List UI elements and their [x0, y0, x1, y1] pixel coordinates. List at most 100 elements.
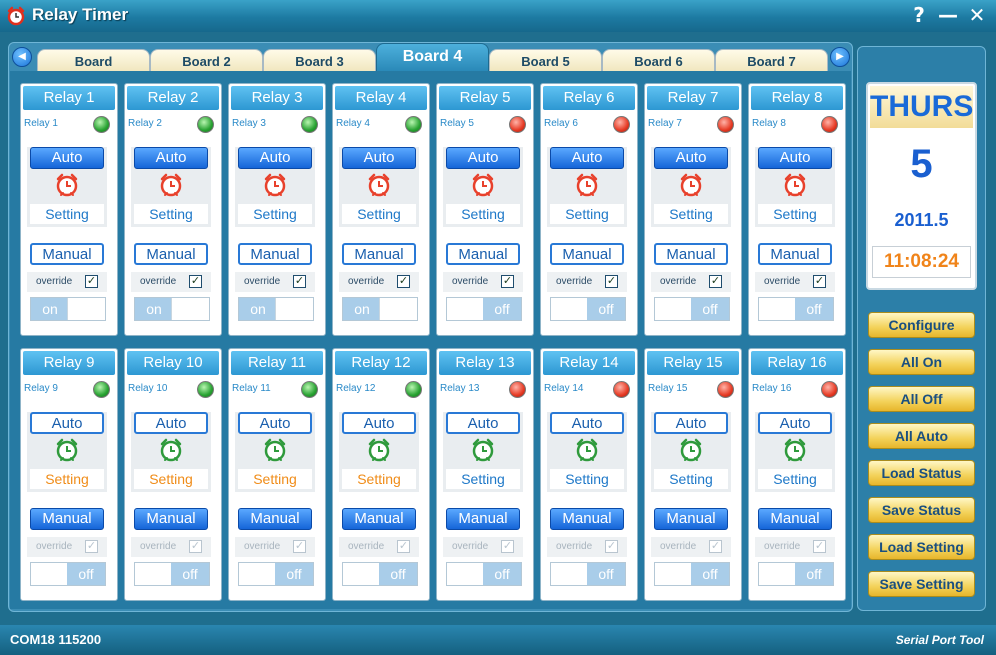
auto-button[interactable]: Auto	[758, 147, 832, 169]
alarm-clock-icon[interactable]	[366, 172, 392, 198]
alarm-clock-icon[interactable]	[470, 437, 496, 463]
tab-board-4[interactable]: Board 4	[376, 43, 489, 71]
override-checkbox[interactable]: ✓	[605, 275, 618, 288]
tab-scroll-right-icon[interactable]: ▶	[830, 47, 850, 67]
setting-button[interactable]: Setting	[446, 204, 520, 224]
auto-button[interactable]: Auto	[550, 147, 624, 169]
manual-button[interactable]: Manual	[550, 243, 624, 265]
on-off-toggle[interactable]: on	[30, 297, 106, 321]
auto-button[interactable]: Auto	[134, 412, 208, 434]
on-off-toggle[interactable]: on	[342, 297, 418, 321]
on-off-toggle[interactable]: off	[654, 562, 730, 586]
auto-button[interactable]: Auto	[30, 147, 104, 169]
on-off-toggle[interactable]: off	[758, 562, 834, 586]
manual-button[interactable]: Manual	[446, 508, 520, 530]
alarm-clock-icon[interactable]	[574, 172, 600, 198]
setting-button[interactable]: Setting	[654, 469, 728, 489]
alarm-clock-icon[interactable]	[158, 172, 184, 198]
tab-board-3[interactable]: Board 3	[263, 49, 376, 71]
manual-button[interactable]: Manual	[758, 243, 832, 265]
override-checkbox[interactable]: ✓	[189, 540, 202, 553]
alarm-clock-icon[interactable]	[782, 172, 808, 198]
on-off-toggle[interactable]: off	[446, 297, 522, 321]
on-off-toggle[interactable]: off	[550, 297, 626, 321]
tab-board-1[interactable]: Board	[37, 49, 150, 71]
on-off-toggle[interactable]: off	[342, 562, 418, 586]
on-off-toggle[interactable]: off	[550, 562, 626, 586]
alarm-clock-icon[interactable]	[262, 172, 288, 198]
override-checkbox[interactable]: ✓	[293, 275, 306, 288]
manual-button[interactable]: Manual	[342, 508, 416, 530]
setting-button[interactable]: Setting	[342, 469, 416, 489]
override-checkbox[interactable]: ✓	[605, 540, 618, 553]
tab-board-6[interactable]: Board 6	[602, 49, 715, 71]
manual-button[interactable]: Manual	[134, 243, 208, 265]
alarm-clock-icon[interactable]	[782, 437, 808, 463]
close-button[interactable]: ✕	[965, 3, 989, 27]
on-off-toggle[interactable]: off	[134, 562, 210, 586]
auto-button[interactable]: Auto	[134, 147, 208, 169]
tab-scroll-left-icon[interactable]: ◀	[12, 47, 32, 67]
override-checkbox[interactable]: ✓	[709, 275, 722, 288]
override-checkbox[interactable]: ✓	[189, 275, 202, 288]
manual-button[interactable]: Manual	[238, 243, 312, 265]
load-status-button[interactable]: Load Status	[868, 460, 975, 486]
setting-button[interactable]: Setting	[134, 204, 208, 224]
tab-board-7[interactable]: Board 7	[715, 49, 828, 71]
auto-button[interactable]: Auto	[654, 147, 728, 169]
setting-button[interactable]: Setting	[238, 469, 312, 489]
manual-button[interactable]: Manual	[30, 508, 104, 530]
on-off-toggle[interactable]: off	[30, 562, 106, 586]
alarm-clock-icon[interactable]	[54, 437, 80, 463]
auto-button[interactable]: Auto	[30, 412, 104, 434]
setting-button[interactable]: Setting	[30, 469, 104, 489]
manual-button[interactable]: Manual	[342, 243, 416, 265]
setting-button[interactable]: Setting	[134, 469, 208, 489]
on-off-toggle[interactable]: off	[446, 562, 522, 586]
auto-button[interactable]: Auto	[758, 412, 832, 434]
manual-button[interactable]: Manual	[758, 508, 832, 530]
override-checkbox[interactable]: ✓	[501, 275, 514, 288]
all-off-button[interactable]: All Off	[868, 386, 975, 412]
on-off-toggle[interactable]: off	[654, 297, 730, 321]
alarm-clock-icon[interactable]	[366, 437, 392, 463]
setting-button[interactable]: Setting	[238, 204, 312, 224]
manual-button[interactable]: Manual	[654, 243, 728, 265]
auto-button[interactable]: Auto	[550, 412, 624, 434]
alarm-clock-icon[interactable]	[262, 437, 288, 463]
on-off-toggle[interactable]: off	[238, 562, 314, 586]
setting-button[interactable]: Setting	[446, 469, 520, 489]
auto-button[interactable]: Auto	[238, 147, 312, 169]
alarm-clock-icon[interactable]	[470, 172, 496, 198]
auto-button[interactable]: Auto	[446, 412, 520, 434]
configure-button[interactable]: Configure	[868, 312, 975, 338]
all-on-button[interactable]: All On	[868, 349, 975, 375]
override-checkbox[interactable]: ✓	[397, 275, 410, 288]
auto-button[interactable]: Auto	[342, 412, 416, 434]
setting-button[interactable]: Setting	[550, 204, 624, 224]
override-checkbox[interactable]: ✓	[85, 275, 98, 288]
override-checkbox[interactable]: ✓	[293, 540, 306, 553]
setting-button[interactable]: Setting	[758, 204, 832, 224]
override-checkbox[interactable]: ✓	[501, 540, 514, 553]
on-off-toggle[interactable]: on	[238, 297, 314, 321]
on-off-toggle[interactable]: on	[134, 297, 210, 321]
auto-button[interactable]: Auto	[446, 147, 520, 169]
minimize-button[interactable]: —	[936, 3, 960, 27]
setting-button[interactable]: Setting	[550, 469, 624, 489]
save-status-button[interactable]: Save Status	[868, 497, 975, 523]
alarm-clock-icon[interactable]	[574, 437, 600, 463]
setting-button[interactable]: Setting	[30, 204, 104, 224]
auto-button[interactable]: Auto	[654, 412, 728, 434]
setting-button[interactable]: Setting	[342, 204, 416, 224]
on-off-toggle[interactable]: off	[758, 297, 834, 321]
manual-button[interactable]: Manual	[238, 508, 312, 530]
manual-button[interactable]: Manual	[550, 508, 624, 530]
override-checkbox[interactable]: ✓	[85, 540, 98, 553]
manual-button[interactable]: Manual	[654, 508, 728, 530]
all-auto-button[interactable]: All Auto	[868, 423, 975, 449]
save-setting-button[interactable]: Save Setting	[868, 571, 975, 597]
setting-button[interactable]: Setting	[758, 469, 832, 489]
override-checkbox[interactable]: ✓	[813, 540, 826, 553]
setting-button[interactable]: Setting	[654, 204, 728, 224]
